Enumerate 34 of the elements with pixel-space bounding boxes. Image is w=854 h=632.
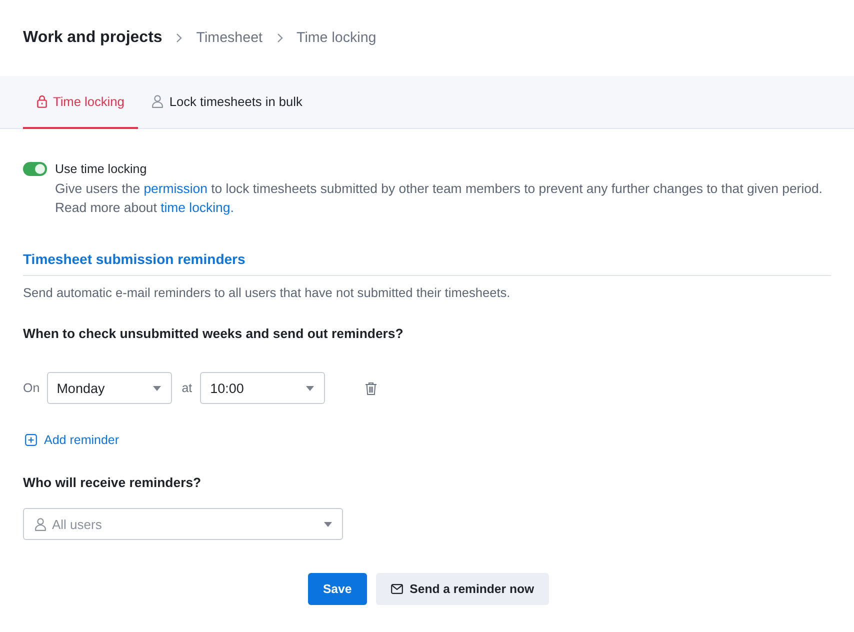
- caret-icon: [306, 386, 314, 390]
- caret-icon: [152, 386, 161, 390]
- section-description: Send automatic e-mail reminders to all users that have not submitted their timesheets.: [23, 285, 512, 300]
- trash-icon[interactable]: [365, 382, 378, 394]
- toggle-label: Use time locking: [55, 162, 147, 176]
- at-label: at: [182, 381, 192, 395]
- text-link[interactable]: permission: [144, 181, 208, 196]
- on-label: On: [23, 381, 40, 395]
- text-link[interactable]: time locking.: [160, 200, 234, 215]
- user-icon: [35, 518, 46, 530]
- description-text: Give users the permission to lock timesheets submitted by other team members to prevent any further changes to that given period.: [55, 180, 824, 198]
- save-button[interactable]: Save: [308, 573, 367, 605]
- lock-icon: [37, 95, 47, 108]
- toggle-switch[interactable]: [23, 162, 47, 176]
- caret-icon: [324, 522, 332, 526]
- recipients-select[interactable]: All users: [23, 508, 343, 540]
- tab[interactable]: Time locking: [23, 76, 138, 129]
- tab[interactable]: Lock timesheets in bulk: [138, 76, 316, 129]
- add-reminder-link[interactable]: Add reminder: [23, 433, 120, 447]
- chevron-icon: [176, 33, 182, 43]
- send-reminder-button[interactable]: Send a reminder now: [376, 573, 550, 605]
- question-label: Who will receive reminders?: [23, 475, 202, 490]
- chevron-icon: [276, 33, 283, 43]
- question-label: When to check unsubmitted weeks and send out reminders?: [23, 326, 404, 341]
- user-icon: [152, 95, 164, 108]
- time-select[interactable]: 10:00: [200, 372, 326, 404]
- plus-square-icon: [25, 434, 37, 446]
- section-title: Timesheet submission reminders: [23, 251, 831, 276]
- envelope-icon: [390, 584, 403, 594]
- description-text: Read more about time locking.: [55, 199, 235, 217]
- breadcrumb-link[interactable]: Time locking: [296, 30, 376, 46]
- page-title: Work and projects: [23, 29, 162, 47]
- day-select[interactable]: Monday: [46, 372, 172, 404]
- breadcrumb-link[interactable]: Timesheet: [196, 30, 263, 46]
